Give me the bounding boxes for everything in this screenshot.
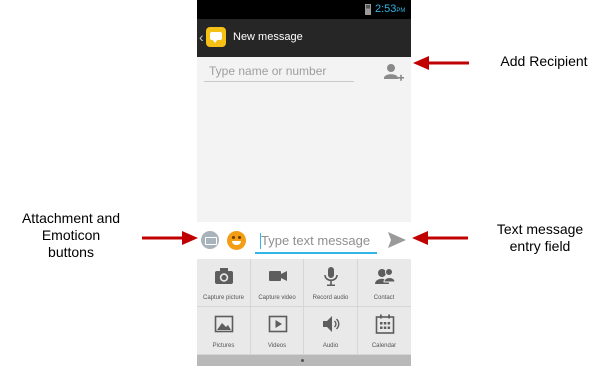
- attach-label: Audio: [322, 343, 339, 349]
- callout-attachment-line: Attachment and: [21, 210, 121, 226]
- attach-label: Record audio: [312, 295, 349, 301]
- attach-videos[interactable]: Videos: [250, 307, 304, 355]
- callout-attachment: Attachment and Emoticon buttons: [0, 210, 142, 261]
- text-message-field[interactable]: [255, 228, 377, 254]
- attach-label: Videos: [267, 343, 287, 349]
- phone-screen: 2:53PM ‹ New message Capture picture Cap…: [197, 0, 411, 366]
- text-caret: [260, 233, 261, 249]
- video-camera-icon: [268, 271, 287, 281]
- attach-capture-picture[interactable]: Capture picture: [197, 259, 251, 307]
- attach-calendar[interactable]: Calendar: [357, 307, 411, 355]
- recipient-input[interactable]: [204, 60, 354, 82]
- attach-capture-video[interactable]: Capture video: [250, 259, 304, 307]
- back-chevron-icon[interactable]: ‹: [199, 28, 204, 46]
- callout-attachment-line: Emoticon: [41, 227, 101, 243]
- text-entry-arrow: [412, 231, 468, 245]
- page-indicator-dot: [301, 359, 304, 362]
- callout-text-entry: Text message entry field: [472, 221, 608, 255]
- action-bar: ‹ New message: [197, 19, 411, 57]
- attach-audio[interactable]: Audio: [304, 307, 358, 355]
- microphone-icon: [324, 267, 338, 286]
- compose-bar: [197, 222, 411, 259]
- attach-label: Capture picture: [202, 295, 245, 301]
- navigation-strip: [197, 355, 411, 366]
- attachment-button[interactable]: [201, 231, 219, 249]
- attach-label: Capture video: [258, 295, 296, 301]
- camera-icon: [215, 268, 233, 284]
- status-meridiem: PM: [396, 8, 406, 14]
- picture-icon: [214, 315, 234, 333]
- attach-pictures[interactable]: Pictures: [197, 307, 251, 355]
- attach-record-audio[interactable]: Record audio: [304, 259, 358, 307]
- attach-label: Pictures: [212, 343, 235, 349]
- contact-icon: [374, 268, 396, 284]
- video-play-icon: [268, 315, 287, 333]
- attachment-panel: Capture picture Capture video Record aud…: [197, 259, 411, 355]
- messaging-app-icon[interactable]: [206, 27, 226, 47]
- speaker-icon: [323, 316, 340, 332]
- status-bar: 2:53PM: [197, 0, 411, 19]
- calendar-icon: [375, 314, 394, 334]
- status-clock: 2:53PM: [375, 3, 405, 18]
- add-recipient-icon[interactable]: [383, 62, 405, 84]
- attachment-arrow: [142, 231, 198, 245]
- attach-label: Contact: [373, 295, 395, 301]
- emoticon-button[interactable]: [227, 231, 246, 250]
- status-time: 2:53: [375, 3, 397, 15]
- battery-icon: [365, 4, 371, 15]
- callout-add-recipient: Add Recipient: [500, 53, 588, 69]
- attach-label: Calendar: [371, 343, 397, 349]
- callout-attachment-line: buttons: [48, 244, 94, 260]
- send-icon[interactable]: [387, 231, 407, 249]
- callout-text-entry-line: entry field: [509, 238, 571, 254]
- page-title: New message: [233, 31, 303, 43]
- attach-contact[interactable]: Contact: [357, 259, 411, 307]
- callout-text-entry-line: Text message: [496, 221, 584, 237]
- add-recipient-arrow: [413, 56, 469, 70]
